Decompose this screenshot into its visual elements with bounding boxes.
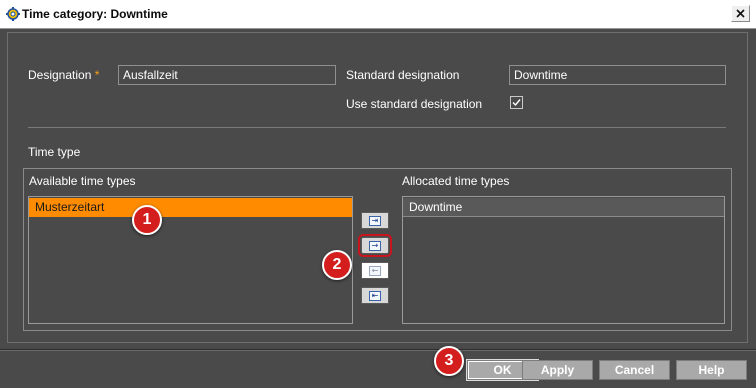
close-icon: [736, 9, 745, 18]
remove-selected-button[interactable]: ←: [361, 262, 389, 279]
double-right-arrow-icon: ⇥: [369, 215, 381, 226]
help-button[interactable]: Help: [676, 360, 747, 380]
step-badge-1: 1: [132, 205, 162, 235]
close-button[interactable]: [731, 5, 750, 22]
bottom-separator-highlight: [0, 350, 756, 351]
standard-designation-label: Standard designation: [346, 68, 460, 82]
available-time-types-label: Available time types: [29, 174, 136, 188]
left-arrow-icon: ←: [369, 265, 381, 276]
time-type-label: Time type: [28, 145, 81, 159]
standard-designation-field[interactable]: Downtime: [509, 65, 726, 85]
designation-label-text: Designation: [28, 68, 92, 82]
section-divider: [28, 127, 726, 128]
double-left-arrow-icon: ⇤: [369, 290, 381, 301]
checkmark-icon: [512, 99, 521, 107]
list-item-allocated[interactable]: Downtime: [403, 198, 724, 217]
window-title: Time category: Downtime: [22, 7, 168, 21]
apply-button[interactable]: Apply: [522, 360, 593, 380]
required-marker: *: [94, 68, 100, 82]
allocated-time-types-label: Allocated time types: [402, 174, 510, 188]
step-badge-2: 2: [322, 250, 352, 280]
gear-icon: [6, 7, 20, 21]
designation-field[interactable]: Ausfallzeit: [118, 65, 336, 85]
use-standard-designation-label: Use standard designation: [346, 97, 483, 111]
list-item-available[interactable]: Musterzeitart: [29, 198, 352, 217]
add-all-button[interactable]: ⇥: [361, 212, 389, 229]
right-arrow-icon: →: [369, 240, 381, 251]
remove-all-button[interactable]: ⇤: [361, 287, 389, 304]
designation-label: Designation *: [28, 68, 99, 82]
step-badge-3: 3: [434, 346, 464, 376]
cancel-button[interactable]: Cancel: [599, 360, 670, 380]
use-standard-designation-checkbox[interactable]: [510, 96, 523, 109]
add-selected-button[interactable]: →: [358, 234, 392, 257]
